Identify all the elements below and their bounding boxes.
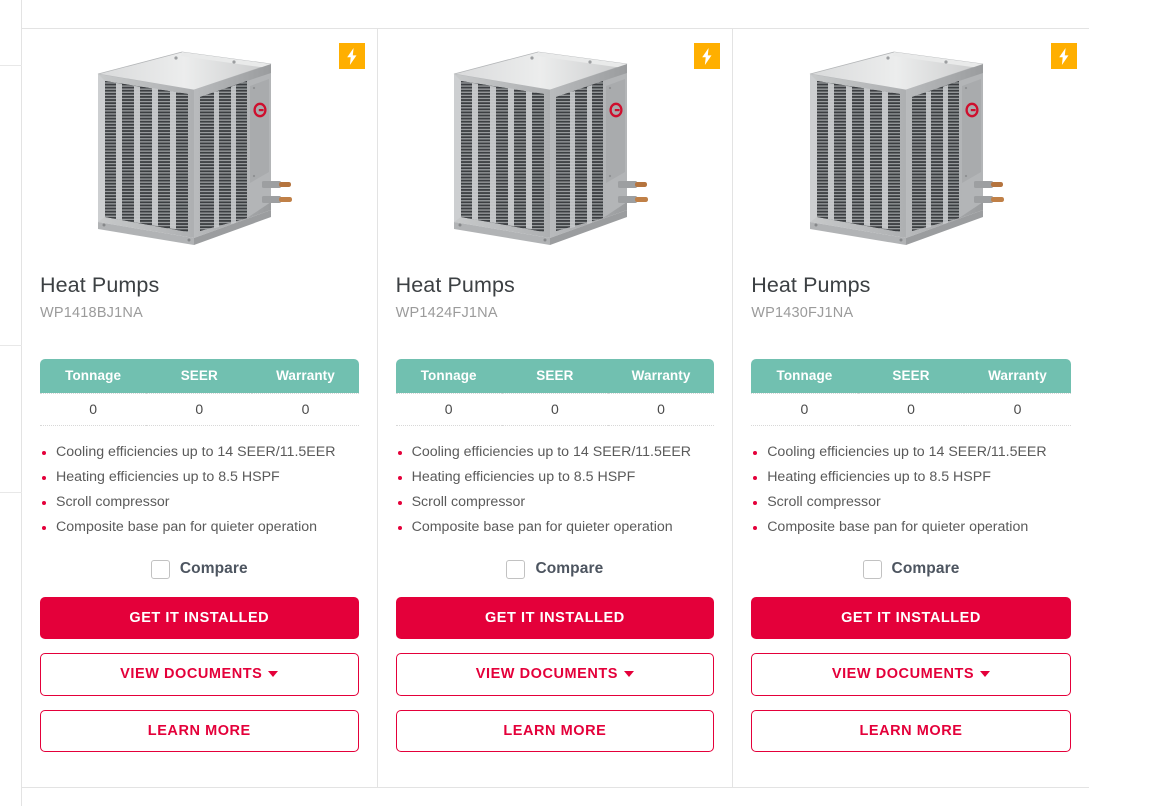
spec-value-tonnage: 0 [395, 392, 502, 426]
spec-value-warranty: 0 [252, 392, 359, 426]
rheem-heat-pump-condenser-unit-image [440, 42, 670, 257]
spec-header-warranty: Warranty [964, 358, 1071, 394]
rheem-heat-pump-condenser-unit-image [796, 42, 1026, 257]
rail-divider [0, 65, 22, 66]
feature-item: Scroll compressor [751, 490, 1071, 515]
product-model-number: WP1418BJ1NA [40, 304, 143, 321]
feature-item: Composite base pan for quieter operation [396, 515, 715, 540]
product-card[interactable]: Heat Pumps WP1430FJ1NA Tonnage SEER Warr… [733, 29, 1089, 787]
view-documents-label: VIEW DOCUMENTS [831, 666, 975, 683]
left-side-rail [0, 0, 22, 806]
product-category-title: Heat Pumps [40, 273, 160, 297]
spec-header-warranty: Warranty [607, 358, 715, 394]
spec-table-value-row: 0 0 0 [395, 392, 715, 426]
product-image-container [751, 29, 1071, 261]
spec-table: Tonnage SEER Warranty 0 0 0 [395, 358, 715, 426]
feature-item: Heating efficiencies up to 8.5 HSPF [40, 465, 359, 490]
compare-row[interactable]: Compare [396, 559, 715, 579]
feature-item: Heating efficiencies up to 8.5 HSPF [751, 465, 1071, 490]
rail-divider [0, 492, 22, 493]
spec-header-tonnage: Tonnage [40, 358, 147, 394]
compare-row[interactable]: Compare [751, 559, 1071, 579]
feature-item: Heating efficiencies up to 8.5 HSPF [396, 465, 715, 490]
spec-value-warranty: 0 [964, 392, 1071, 426]
compare-checkbox[interactable] [862, 559, 882, 579]
lightning-bolt-icon [700, 47, 714, 65]
compare-label: Compare [535, 560, 604, 578]
view-documents-button[interactable]: VIEW DOCUMENTS [395, 653, 715, 696]
get-it-installed-button[interactable]: GET IT INSTALLED [40, 596, 359, 640]
product-card[interactable]: Heat Pumps WP1424FJ1NA Tonnage SEER Warr… [377, 29, 734, 787]
get-it-installed-button[interactable]: GET IT INSTALLED [395, 596, 715, 640]
learn-more-button[interactable]: LEARN MORE [751, 709, 1071, 753]
product-image-container [396, 29, 715, 261]
product-card-grid: Heat Pumps WP1418BJ1NA Tonnage SEER Warr… [22, 28, 1089, 788]
feature-item: Composite base pan for quieter operation [40, 515, 359, 540]
spec-value-tonnage: 0 [40, 392, 147, 426]
spec-table-header-row: Tonnage SEER Warranty [395, 358, 715, 394]
product-model-number: WP1424FJ1NA [395, 304, 498, 321]
spec-table: Tonnage SEER Warranty 0 0 0 [40, 358, 359, 426]
energy-badge [694, 43, 721, 69]
compare-checkbox[interactable] [150, 559, 170, 579]
view-documents-label: VIEW DOCUMENTS [120, 666, 263, 683]
spec-table-header-row: Tonnage SEER Warranty [40, 358, 359, 394]
chevron-down-icon [624, 671, 634, 678]
get-it-installed-button[interactable]: GET IT INSTALLED [751, 596, 1071, 640]
spec-header-warranty: Warranty [252, 358, 359, 394]
rheem-heat-pump-condenser-unit-image [84, 42, 314, 257]
product-image-container [40, 29, 359, 261]
spec-table: Tonnage SEER Warranty 0 0 0 [751, 358, 1071, 426]
view-documents-label: VIEW DOCUMENTS [475, 666, 618, 683]
spec-header-tonnage: Tonnage [751, 358, 858, 394]
learn-more-button[interactable]: LEARN MORE [40, 709, 359, 753]
learn-more-button[interactable]: LEARN MORE [395, 709, 715, 753]
product-category-title: Heat Pumps [751, 273, 871, 297]
lightning-bolt-icon [1057, 47, 1071, 65]
spec-value-warranty: 0 [607, 392, 715, 426]
product-category-title: Heat Pumps [395, 273, 515, 297]
product-feature-list: Cooling efficiencies up to 14 SEER/11.5E… [396, 440, 715, 540]
energy-badge [1050, 43, 1077, 69]
spec-header-seer: SEER [857, 358, 965, 394]
product-feature-list: Cooling efficiencies up to 14 SEER/11.5E… [751, 440, 1071, 540]
product-card[interactable]: Heat Pumps WP1418BJ1NA Tonnage SEER Warr… [22, 29, 378, 787]
feature-item: Cooling efficiencies up to 14 SEER/11.5E… [396, 440, 715, 465]
feature-item: Composite base pan for quieter operation [751, 515, 1071, 540]
rail-divider [0, 345, 22, 346]
spec-header-seer: SEER [146, 358, 253, 394]
compare-checkbox[interactable] [506, 559, 526, 579]
chevron-down-icon [268, 671, 279, 678]
spec-value-seer: 0 [857, 392, 965, 426]
spec-header-seer: SEER [501, 358, 608, 394]
compare-label: Compare [179, 560, 248, 578]
compare-row[interactable]: Compare [40, 559, 359, 579]
compare-label: Compare [891, 560, 960, 578]
view-documents-button[interactable]: VIEW DOCUMENTS [40, 653, 359, 696]
feature-item: Scroll compressor [396, 490, 715, 515]
view-documents-button[interactable]: VIEW DOCUMENTS [751, 653, 1071, 696]
lightning-bolt-icon [345, 47, 359, 65]
feature-item: Cooling efficiencies up to 14 SEER/11.5E… [40, 440, 359, 465]
spec-value-seer: 0 [146, 392, 253, 426]
chevron-down-icon [980, 671, 991, 678]
feature-item: Scroll compressor [40, 490, 359, 515]
spec-table-header-row: Tonnage SEER Warranty [751, 358, 1071, 394]
spec-value-seer: 0 [501, 392, 608, 426]
product-model-number: WP1430FJ1NA [751, 304, 854, 321]
energy-badge [338, 43, 365, 69]
feature-item: Cooling efficiencies up to 14 SEER/11.5E… [751, 440, 1071, 465]
spec-header-tonnage: Tonnage [395, 358, 502, 394]
spec-value-tonnage: 0 [751, 392, 858, 426]
spec-table-value-row: 0 0 0 [751, 392, 1071, 426]
product-feature-list: Cooling efficiencies up to 14 SEER/11.5E… [40, 440, 359, 540]
spec-table-value-row: 0 0 0 [40, 392, 359, 426]
